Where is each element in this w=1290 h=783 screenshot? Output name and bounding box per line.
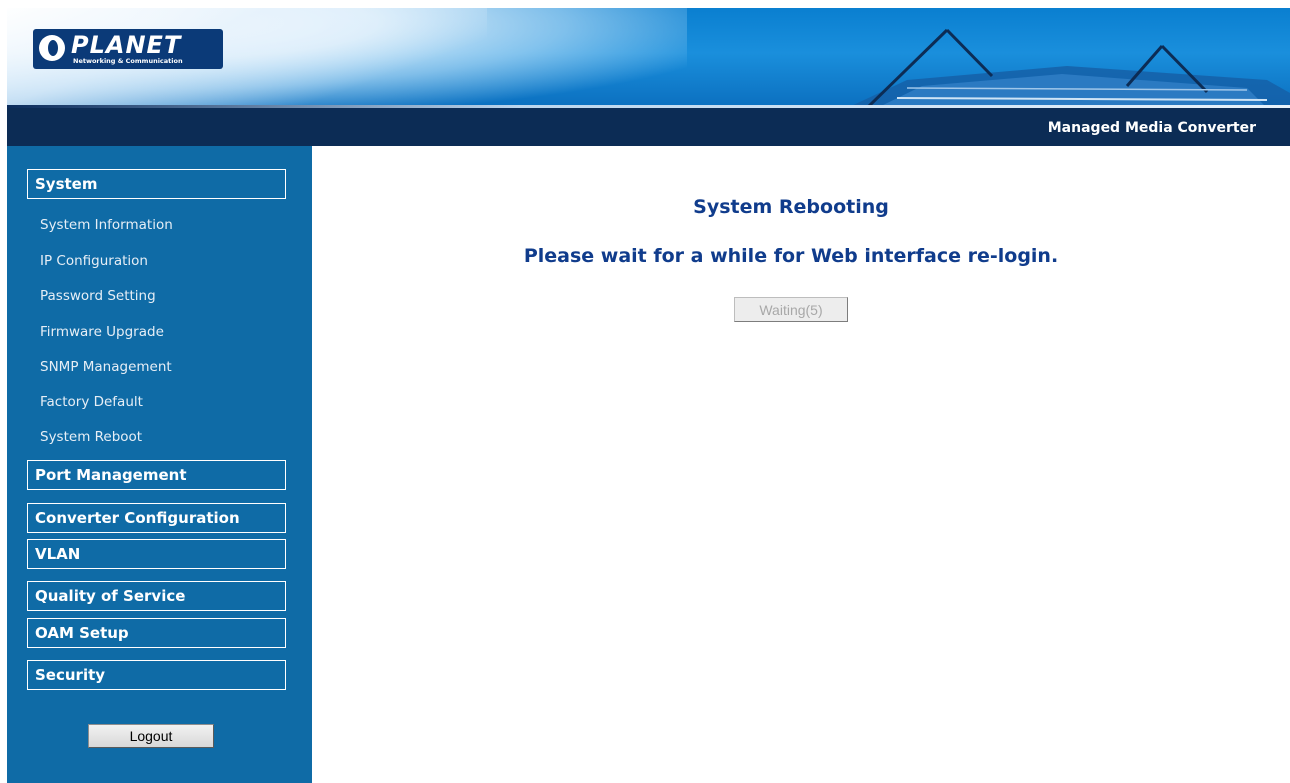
page-title: System Rebooting: [693, 196, 889, 218]
menu-item-system-information[interactable]: System Information: [40, 217, 173, 233]
waiting-button[interactable]: Waiting(5): [734, 297, 848, 322]
menu-item-factory-default[interactable]: Factory Default: [40, 394, 143, 410]
title-bar: Managed Media Converter: [7, 108, 1290, 146]
product-name: Managed Media Converter: [1047, 120, 1256, 136]
menu-item-system-reboot[interactable]: System Reboot: [40, 429, 142, 445]
logout-button[interactable]: Logout: [88, 724, 214, 748]
menu-oam-setup[interactable]: OAM Setup: [27, 618, 286, 648]
header-banner: PLANET Networking & Communication: [7, 8, 1290, 108]
menu-item-firmware-upgrade[interactable]: Firmware Upgrade: [40, 324, 164, 340]
menu-quality-of-service[interactable]: Quality of Service: [27, 581, 286, 611]
sidebar: System System Information IP Configurati…: [7, 146, 312, 783]
menu-item-ip-configuration[interactable]: IP Configuration: [40, 253, 148, 269]
menu-vlan[interactable]: VLAN: [27, 539, 286, 569]
menu-system[interactable]: System: [27, 169, 286, 199]
reboot-message: Please wait for a while for Web interfac…: [523, 245, 1059, 267]
building-graphic: [847, 28, 1290, 108]
planet-logo-icon: [39, 35, 65, 61]
logo-wordmark: PLANET: [71, 31, 182, 59]
planet-logo: PLANET Networking & Communication: [33, 29, 223, 69]
logo-tagline: Networking & Communication: [73, 57, 183, 65]
menu-port-management[interactable]: Port Management: [27, 460, 286, 490]
menu-item-snmp-management[interactable]: SNMP Management: [40, 359, 172, 375]
menu-security[interactable]: Security: [27, 660, 286, 690]
menu-item-password-setting[interactable]: Password Setting: [40, 288, 156, 304]
main-content: System Rebooting Please wait for a while…: [312, 146, 1290, 783]
menu-converter-configuration[interactable]: Converter Configuration: [27, 503, 286, 533]
